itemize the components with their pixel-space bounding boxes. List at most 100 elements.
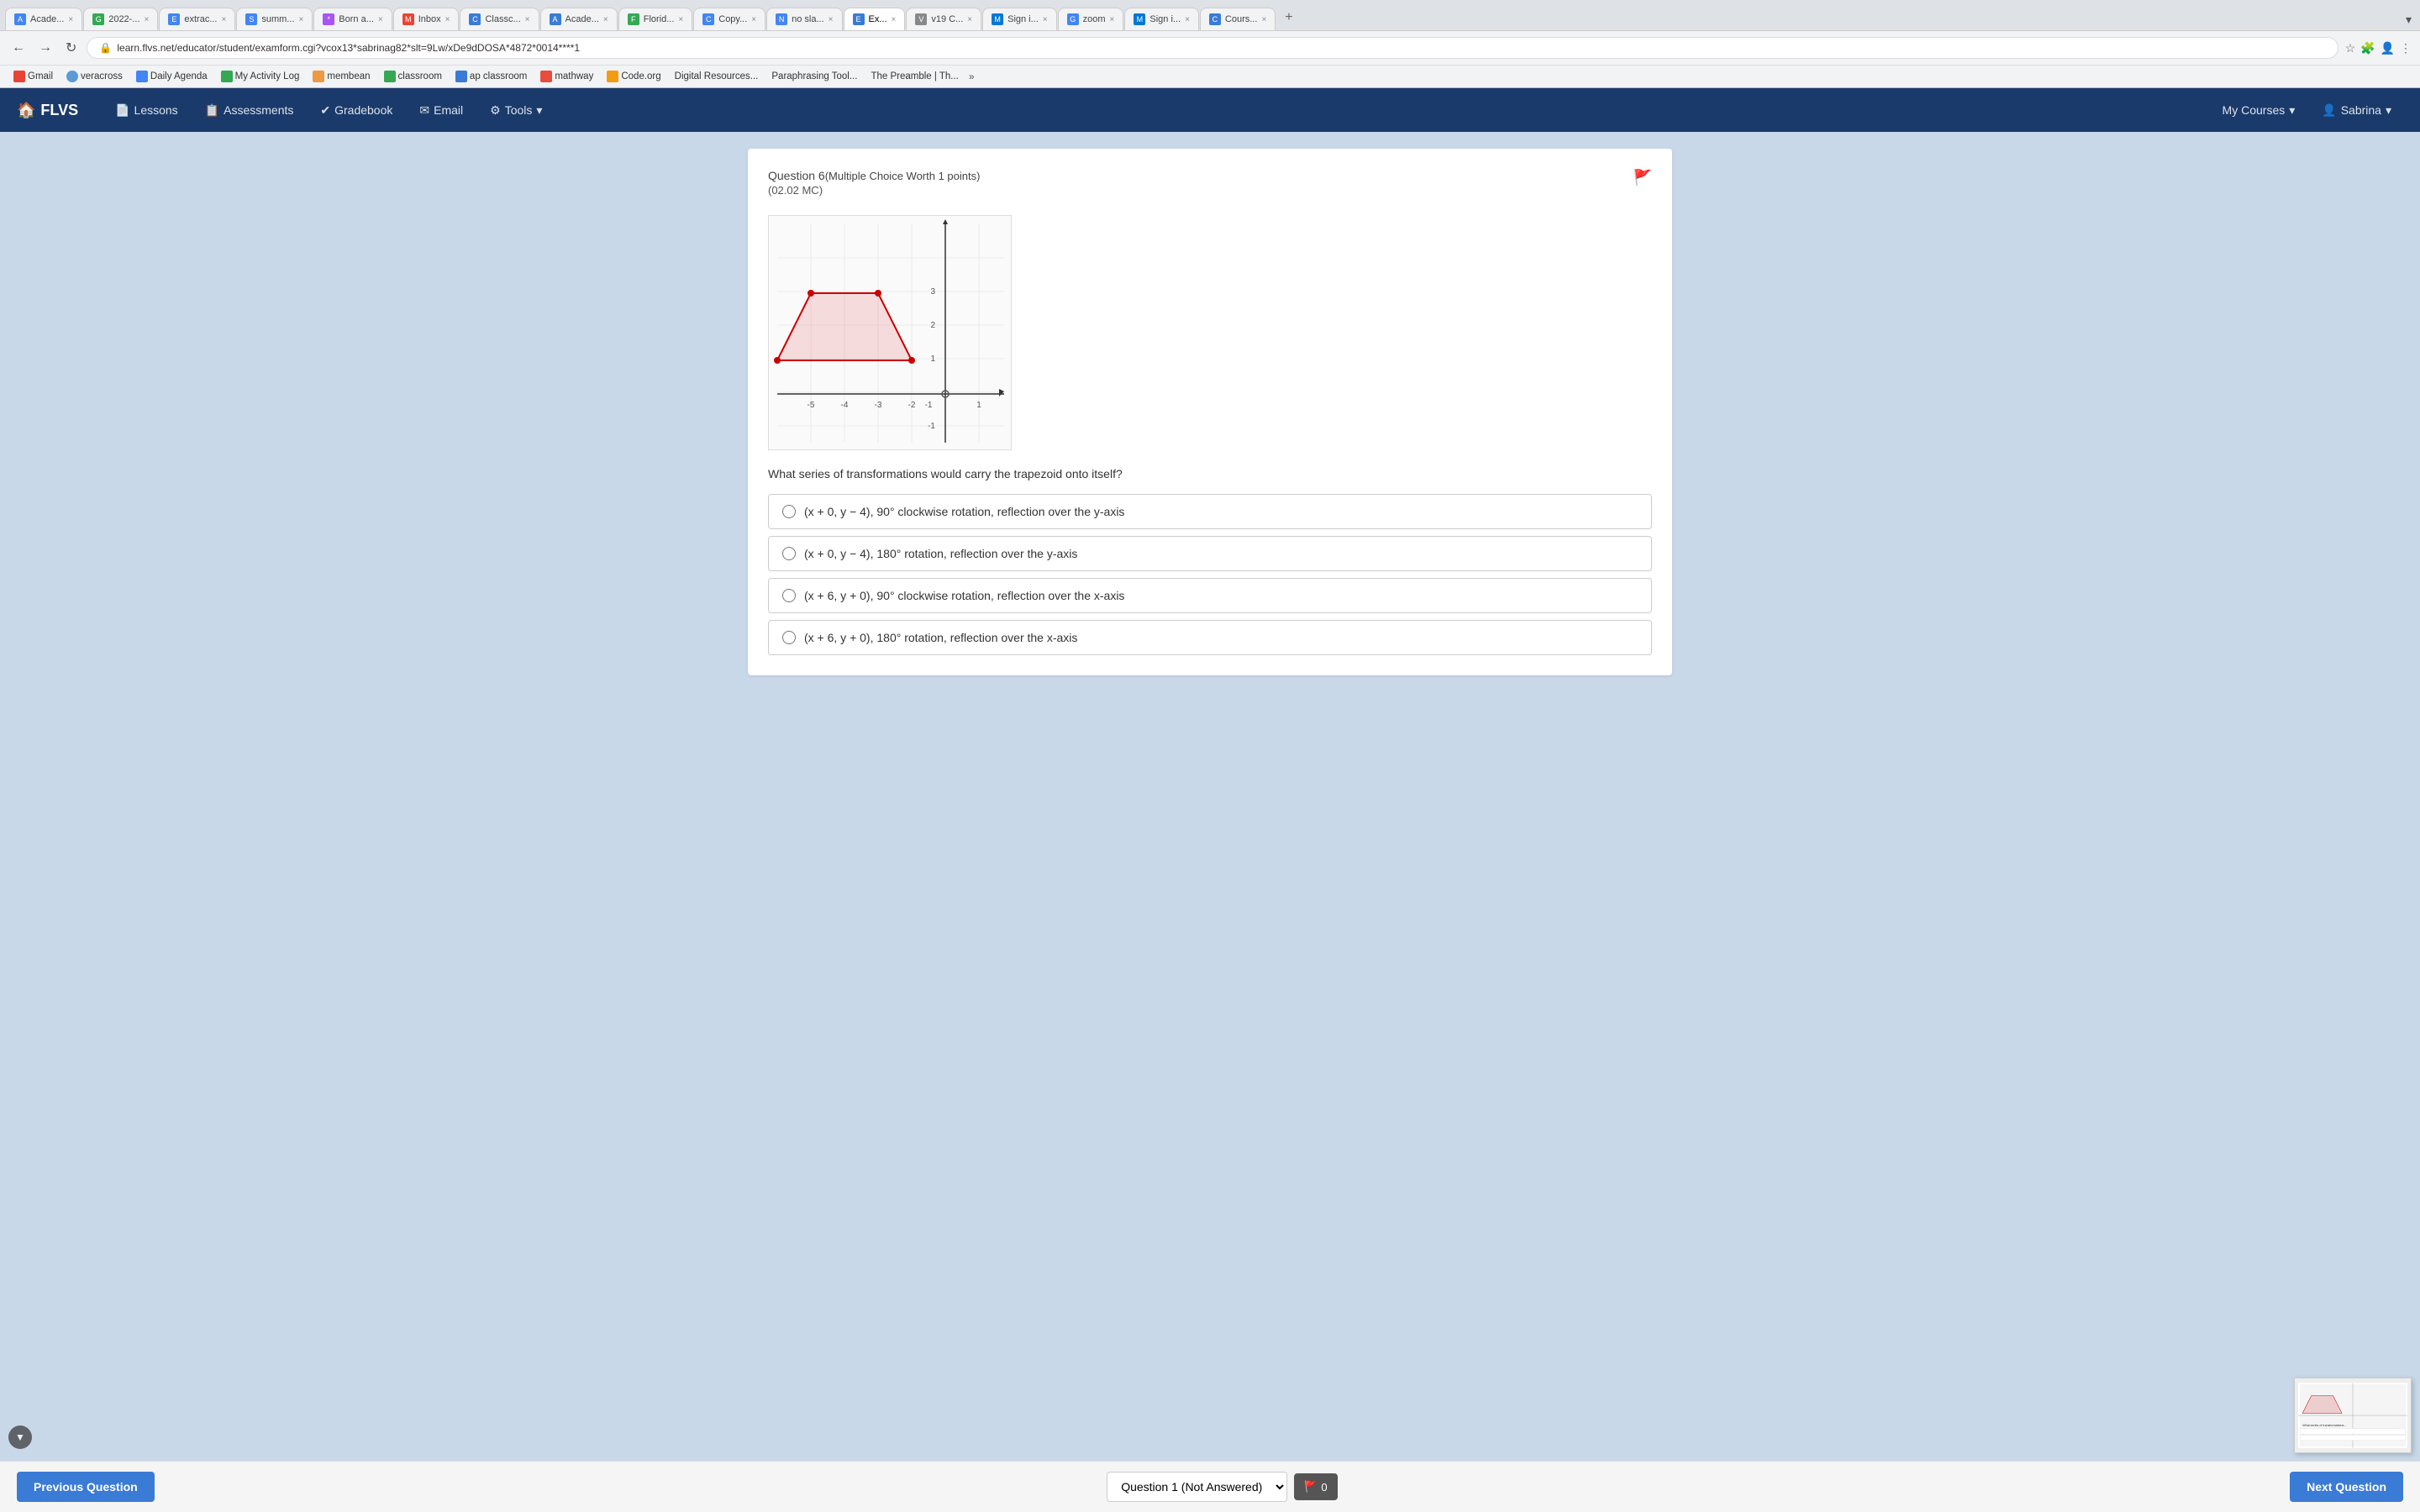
tab-17[interactable]: C Cours... × xyxy=(1200,8,1276,30)
bookmark-digital-resources[interactable]: Digital Resources... xyxy=(670,70,764,83)
tab-9[interactable]: F Florid... × xyxy=(618,8,693,30)
question-text: What series of transformations would car… xyxy=(768,467,1652,480)
menu-icon[interactable]: ⋮ xyxy=(2400,41,2412,55)
tab-title: Classc... xyxy=(485,14,520,24)
answer-option-d[interactable]: (x + 6, y + 0), 180° rotation, reflectio… xyxy=(768,620,1652,655)
nav-assessments[interactable]: 📋 Assessments xyxy=(193,97,306,124)
reload-button[interactable]: ↻ xyxy=(62,36,80,60)
bookmark-ap-classroom[interactable]: ap classroom xyxy=(450,69,532,84)
new-tab-button[interactable]: + xyxy=(1276,5,1301,30)
tab-8[interactable]: A Acade... × xyxy=(540,8,618,30)
tab-close[interactable]: × xyxy=(678,15,683,24)
bookmark-label: ap classroom xyxy=(470,71,527,81)
answer-radio-d[interactable] xyxy=(782,631,796,644)
app-logo[interactable]: 🏠 FLVS xyxy=(17,102,78,119)
tab-10[interactable]: C Copy... × xyxy=(693,8,765,30)
bookmark-label: Daily Agenda xyxy=(150,71,208,81)
bookmark-star-icon[interactable]: ☆ xyxy=(2345,41,2356,55)
tab-close[interactable]: × xyxy=(603,15,608,24)
nav-gradebook[interactable]: ✔ Gradebook xyxy=(308,97,404,124)
bookmark-membean[interactable]: membean xyxy=(308,69,375,84)
flag-count-button[interactable]: 🚩 0 xyxy=(1294,1473,1337,1500)
tab-close[interactable]: × xyxy=(298,15,303,24)
profile-icon[interactable]: 👤 xyxy=(2381,41,2395,55)
tab-close-active[interactable]: × xyxy=(892,15,897,24)
answer-option-b[interactable]: (x + 0, y − 4), 180° rotation, reflectio… xyxy=(768,536,1652,571)
tab-13[interactable]: V v19 C... × xyxy=(906,8,981,30)
tab-close[interactable]: × xyxy=(829,15,834,24)
tab-close[interactable]: × xyxy=(445,15,450,24)
svg-text:-3: -3 xyxy=(875,401,882,410)
tab-15[interactable]: G zoom × xyxy=(1058,8,1124,30)
tab-6[interactable]: M Inbox × xyxy=(393,8,460,30)
answer-radio-a[interactable] xyxy=(782,505,796,518)
email-icon: ✉ xyxy=(419,103,429,118)
answer-radio-c[interactable] xyxy=(782,589,796,602)
tab-close[interactable]: × xyxy=(145,15,150,24)
activity-bookmark-icon xyxy=(221,71,233,82)
nav-email[interactable]: ✉ Email xyxy=(408,97,475,124)
tab-16[interactable]: M Sign i... × xyxy=(1124,8,1199,30)
nav-sabrina[interactable]: 👤 Sabrina ▾ xyxy=(2310,97,2403,124)
bookmark-label: My Activity Log xyxy=(235,71,300,81)
my-courses-dropdown-icon: ▾ xyxy=(2289,103,2295,118)
sabrina-profile-icon: 👤 xyxy=(2322,103,2336,118)
scroll-down-indicator[interactable]: ▼ xyxy=(8,1425,32,1449)
forward-button[interactable]: → xyxy=(35,37,55,59)
bookmark-codeorg[interactable]: Code.org xyxy=(602,69,666,84)
nav-lessons[interactable]: 📄 Lessons xyxy=(103,97,190,124)
bookmark-preamble[interactable]: The Preamble | Th... xyxy=(865,70,963,83)
tab-11[interactable]: N no sla... × xyxy=(766,8,842,30)
bookmark-mathway[interactable]: mathway xyxy=(535,69,598,84)
bookmark-daily-agenda[interactable]: Daily Agenda xyxy=(131,69,213,84)
tab-list-button[interactable]: ▾ xyxy=(2402,9,2415,30)
tools-icon: ⚙ xyxy=(490,103,501,118)
tab-5[interactable]: * Born a... × xyxy=(313,8,392,30)
tab-favicon: * xyxy=(323,13,334,25)
tab-favicon: F xyxy=(628,13,639,25)
tab-close[interactable]: × xyxy=(1110,15,1115,24)
tab-close[interactable]: × xyxy=(967,15,972,24)
tab-7[interactable]: C Classc... × xyxy=(460,8,539,30)
tab-close[interactable]: × xyxy=(751,15,756,24)
ap-classroom-bookmark-icon xyxy=(455,71,467,82)
tab-close[interactable]: × xyxy=(1185,15,1190,24)
flag-button[interactable]: 🚩 xyxy=(1634,169,1652,186)
tab-1[interactable]: A Acade... × xyxy=(5,8,82,30)
previous-question-button[interactable]: Previous Question xyxy=(17,1472,155,1502)
address-bar[interactable]: 🔒 learn.flvs.net/educator/student/examfo… xyxy=(87,37,2338,59)
tab-favicon: G xyxy=(1067,13,1079,25)
bookmark-classroom[interactable]: classroom xyxy=(379,69,447,84)
membean-bookmark-icon xyxy=(313,71,324,82)
tab-12-active[interactable]: E Ex... × xyxy=(844,8,906,30)
tab-close[interactable]: × xyxy=(221,15,226,24)
bookmark-paraphrasing[interactable]: Paraphrasing Tool... xyxy=(766,70,862,83)
bottom-nav: Previous Question Question 1 (Not Answer… xyxy=(0,1461,2420,1512)
question-dropdown[interactable]: Question 1 (Not Answered) Question 2 (No… xyxy=(1107,1472,1287,1502)
tab-favicon: A xyxy=(550,13,561,25)
tab-2[interactable]: G 2022-... × xyxy=(83,8,158,30)
tab-14[interactable]: M Sign i... × xyxy=(982,8,1057,30)
bookmark-veracross[interactable]: veracross xyxy=(61,69,128,84)
answer-option-a[interactable]: (x + 0, y − 4), 90° clockwise rotation, … xyxy=(768,494,1652,529)
x-axis-arrow xyxy=(999,389,1004,396)
tab-4[interactable]: S summ... × xyxy=(236,8,313,30)
tab-close[interactable]: × xyxy=(378,15,383,24)
tab-3[interactable]: E extrac... × xyxy=(159,8,235,30)
sabrina-dropdown-icon: ▾ xyxy=(2386,103,2391,118)
bookmarks-more-button[interactable]: » xyxy=(969,71,975,82)
next-question-button[interactable]: Next Question xyxy=(2290,1472,2403,1502)
bookmark-gmail[interactable]: Gmail xyxy=(8,69,58,84)
back-button[interactable]: ← xyxy=(8,37,29,59)
extension-icon[interactable]: 🧩 xyxy=(2360,41,2375,55)
nav-my-courses[interactable]: My Courses ▾ xyxy=(2211,97,2307,124)
tab-close[interactable]: × xyxy=(525,15,530,24)
bookmark-activity-log[interactable]: My Activity Log xyxy=(216,69,305,84)
answer-option-c[interactable]: (x + 6, y + 0), 90° clockwise rotation, … xyxy=(768,578,1652,613)
nav-tools[interactable]: ⚙ Tools ▾ xyxy=(478,97,554,124)
tab-close[interactable]: × xyxy=(68,15,73,24)
tab-favicon: M xyxy=(402,13,414,25)
tab-close[interactable]: × xyxy=(1261,15,1266,24)
answer-radio-b[interactable] xyxy=(782,547,796,560)
tab-close[interactable]: × xyxy=(1043,15,1048,24)
